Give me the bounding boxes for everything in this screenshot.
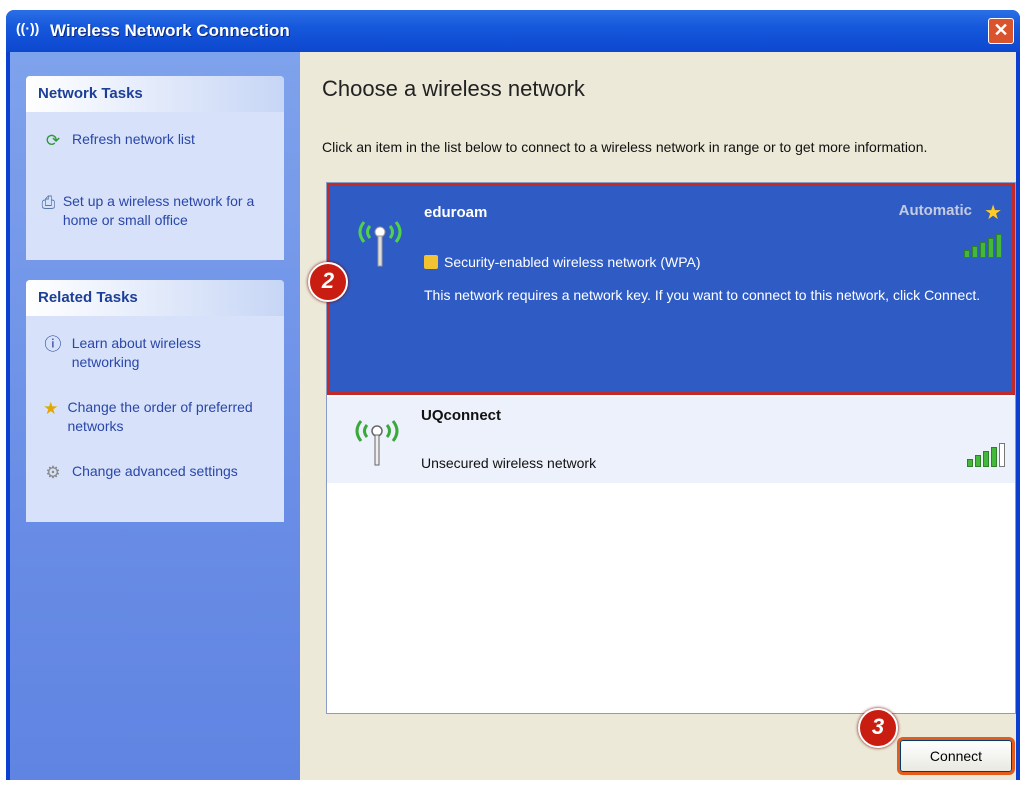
refresh-icon: ⟳ xyxy=(45,131,61,150)
setup-wizard-icon: ⎙ xyxy=(41,193,56,212)
network-item-uqconnect[interactable]: UQconnect Unsecured wireless network xyxy=(327,397,1015,483)
task-change-advanced-settings[interactable]: ⚙ Change advanced settings xyxy=(40,462,270,486)
step-2-badge: 2 xyxy=(308,262,348,302)
network-list: eduroam Automatic ★ Security-enabled wir… xyxy=(326,182,1016,714)
task-setup-wireless-network[interactable]: ⎙ Set up a wireless network for a home o… xyxy=(40,192,270,230)
instructions-text: Click an item in the list below to conne… xyxy=(322,139,928,155)
connection-status: Automatic xyxy=(898,202,972,219)
preferred-star-icon: ★ xyxy=(984,202,1002,224)
lock-icon xyxy=(424,255,438,269)
info-icon: ⓘ xyxy=(44,335,62,354)
related-tasks-title: Related Tasks xyxy=(38,289,138,306)
related-tasks-header[interactable]: Related Tasks xyxy=(26,280,284,316)
wireless-signal-icon xyxy=(358,221,402,267)
security-text: Unsecured wireless network xyxy=(421,455,597,471)
task-pane: Network Tasks ⟳ Refresh network list ⎙ S… xyxy=(10,52,300,780)
security-info: Unsecured wireless network xyxy=(421,455,596,471)
security-text: Security-enabled wireless network (WPA) xyxy=(444,254,701,270)
close-button[interactable]: ✕ xyxy=(988,18,1014,44)
network-tasks-header[interactable]: Network Tasks xyxy=(26,76,284,112)
step-3-badge: 3 xyxy=(858,708,898,748)
network-ssid: UQconnect xyxy=(421,407,502,424)
window-client: Network Tasks ⟳ Refresh network list ⎙ S… xyxy=(10,52,1016,780)
task-label: Refresh network list xyxy=(72,131,195,147)
task-label: Change advanced settings xyxy=(72,463,238,479)
network-ssid: eduroam xyxy=(424,204,488,221)
page-title: Choose a wireless network xyxy=(322,76,585,101)
task-change-network-order[interactable]: ★ Change the order of preferred networks xyxy=(40,398,270,436)
network-message: This network requires a network key. If … xyxy=(424,287,981,303)
network-chooser-panel: Choose a wireless network Click an item … xyxy=(300,52,1016,780)
signal-strength-icon xyxy=(967,443,1005,467)
security-info: Security-enabled wireless network (WPA) xyxy=(424,254,701,270)
settings-icon: ⚙ xyxy=(45,463,61,482)
wireless-network-window: ((·)) Wireless Network Connection ✕ Netw… xyxy=(6,10,1020,780)
connect-button[interactable]: Connect xyxy=(900,740,1012,772)
task-label: Learn about wireless networking xyxy=(71,335,201,370)
title-bar[interactable]: ((·)) Wireless Network Connection ✕ xyxy=(6,10,1020,52)
network-tasks-box: Network Tasks ⟳ Refresh network list ⎙ S… xyxy=(26,76,284,260)
signal-strength-icon xyxy=(964,234,1002,258)
wireless-signal-icon xyxy=(355,420,399,466)
task-label: Set up a wireless network for a home or … xyxy=(62,193,255,228)
related-tasks-box: Related Tasks ⓘ Learn about wireless net… xyxy=(26,280,284,522)
wireless-icon: ((·)) xyxy=(16,20,40,36)
star-icon: ★ xyxy=(43,399,59,418)
task-refresh-network-list[interactable]: ⟳ Refresh network list xyxy=(40,130,195,154)
window-title: Wireless Network Connection xyxy=(50,21,290,40)
network-tasks-title: Network Tasks xyxy=(38,85,143,102)
network-item-eduroam[interactable]: eduroam Automatic ★ Security-enabled wir… xyxy=(327,183,1015,395)
task-learn-about-wireless[interactable]: ⓘ Learn about wireless networking xyxy=(40,334,270,372)
task-label: Change the order of preferred networks xyxy=(67,399,253,434)
